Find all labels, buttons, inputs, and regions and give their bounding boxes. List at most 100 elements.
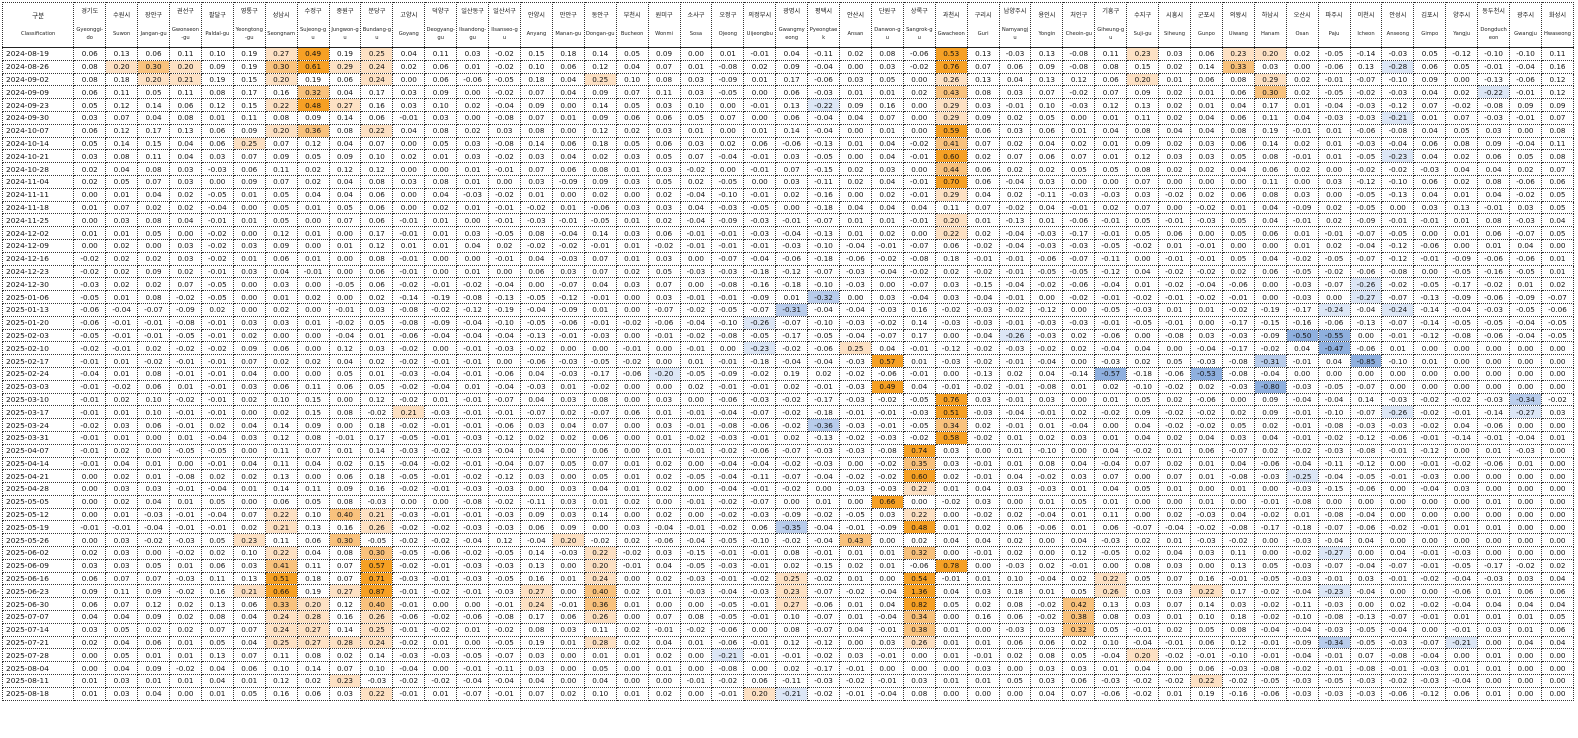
- table-cell: 0.05: [583, 661, 617, 676]
- table-cell: -0.01: [1413, 213, 1447, 228]
- table-cell: -0.02: [551, 238, 585, 253]
- table-cell: 0.25: [839, 341, 872, 356]
- table-cell: 0.28: [583, 635, 617, 650]
- table-cell: 0.03: [456, 149, 490, 164]
- table-cell: 0.01: [1445, 226, 1479, 240]
- table-cell: 0.03: [1062, 661, 1096, 676]
- table-cell: 0.04: [966, 187, 1000, 202]
- table-cell: 0.01: [296, 251, 330, 266]
- table-cell: 0.06: [1221, 187, 1255, 202]
- table-cell: -0.02: [1381, 520, 1415, 535]
- table-cell: 0.02: [902, 85, 936, 100]
- table-cell: 0.05: [1126, 392, 1160, 407]
- table-cell: 0.07: [328, 213, 362, 228]
- table-cell: -0.01: [1221, 571, 1255, 586]
- table-cell: -0.05: [519, 290, 553, 304]
- table-row: 2025-07-07 0.04 0.04 0.09 0.02 0.08 0.04 0.24 0.…: [2, 610, 1574, 624]
- table-cell: -0.05: [902, 392, 936, 407]
- table-cell: 0.04: [519, 674, 553, 688]
- table-cell: 0.04: [1445, 418, 1479, 432]
- table-cell: 0.05: [615, 47, 649, 61]
- row-date: 2025-05-12: [2, 507, 75, 522]
- table-cell: 0.26: [583, 610, 617, 624]
- table-cell: -0.13: [807, 430, 841, 445]
- table-row: 2025-03-24 -0.02 0.03 0.06 -0.01 0.02 0.04 0.14…: [2, 418, 1574, 432]
- table-cell: 0.03: [934, 290, 968, 304]
- table-cell: 0.03: [615, 520, 649, 535]
- table-cell: 0.00: [328, 392, 362, 407]
- table-cell: 0.08: [169, 110, 202, 125]
- table-row: 2025-04-07 -0.01 0.02 0.00 -0.05 -0.05 0.00 0.1…: [2, 443, 1574, 458]
- table-cell: -0.02: [169, 341, 202, 356]
- table-cell: 0.05: [296, 494, 330, 509]
- table-cell: 0.08: [519, 622, 553, 637]
- table-cell: 0.01: [839, 610, 872, 624]
- table-cell: 0.00: [1285, 174, 1319, 189]
- table-cell: -0.01: [870, 648, 904, 663]
- table-row: 2024-11-18 0.01 0.07 0.02 0.02 -0.04 0.00 0.05 0…: [2, 200, 1574, 215]
- table-cell: 0.07: [870, 110, 904, 125]
- table-cell: 0.06: [200, 558, 234, 573]
- table-cell: -0.03: [424, 648, 458, 663]
- table-cell: -0.09: [169, 302, 202, 317]
- table-cell: 0.00: [1221, 392, 1255, 407]
- table-cell: 0.01: [1445, 661, 1479, 676]
- table-cell: 0.20: [743, 686, 777, 701]
- table-cell: 0.00: [264, 366, 298, 381]
- table-cell: 0.06: [551, 610, 585, 624]
- table-cell: 0.00: [1509, 520, 1542, 535]
- table-cell: -0.01: [1158, 251, 1191, 266]
- table-cell: -0.03: [1317, 597, 1351, 612]
- table-cell: 0.02: [775, 187, 809, 202]
- table-cell: 0.03: [456, 226, 490, 240]
- table-cell: -0.04: [1413, 648, 1447, 663]
- table-cell: 0.00: [1317, 494, 1351, 509]
- table-cell: -0.25: [1285, 469, 1319, 484]
- table-cell: 0.04: [870, 136, 904, 151]
- table-cell: -0.15: [807, 558, 841, 573]
- table-cell: -0.03: [1381, 392, 1415, 407]
- table-cell: 0.00: [519, 482, 553, 496]
- table-cell: 0.03: [519, 661, 553, 676]
- table-cell: 0.00: [551, 661, 585, 676]
- table-cell: -0.09: [775, 507, 809, 522]
- table-cell: -0.01: [1381, 469, 1415, 484]
- table-cell: 0.02: [1190, 162, 1223, 176]
- table-cell: -0.12: [1413, 686, 1447, 701]
- table-cell: 0.10: [615, 72, 649, 87]
- table-cell: 0.05: [1062, 584, 1096, 599]
- table-cell: 0.00: [392, 187, 426, 202]
- table-cell: 0.01: [679, 59, 713, 74]
- table-cell: -0.06: [711, 392, 745, 407]
- table-cell: -0.23: [1317, 584, 1351, 599]
- table-cell: -0.26: [743, 315, 777, 330]
- table-cell: -0.01: [1381, 661, 1415, 676]
- table-cell: 0.24: [583, 571, 617, 586]
- table-cell: -0.10: [711, 315, 745, 330]
- table-cell: 0.03: [966, 392, 1000, 407]
- table-cell: 0.00: [1445, 469, 1479, 484]
- table-cell: -0.03: [1285, 482, 1319, 496]
- table-cell: 0.01: [934, 674, 968, 688]
- table-cell: -0.03: [551, 366, 585, 381]
- table-cell: 0.00: [1062, 443, 1096, 458]
- table-cell: 0.03: [169, 238, 202, 253]
- table-cell: -0.03: [1030, 315, 1064, 330]
- table-cell: 0.00: [679, 277, 713, 292]
- table-cell: -0.01: [551, 597, 585, 612]
- table-cell: -0.03: [839, 315, 872, 330]
- table-cell: 0.08: [1221, 622, 1255, 637]
- table-cell: 0.13: [775, 98, 809, 112]
- table-cell: 0.00: [583, 520, 617, 535]
- table-cell: 0.05: [1445, 59, 1479, 74]
- table-cell: 0.01: [1477, 610, 1511, 624]
- table-cell: 0.00: [1190, 174, 1223, 189]
- table-cell: 0.00: [551, 341, 585, 356]
- table-cell: -0.01: [392, 686, 426, 701]
- table-cell: -0.17: [775, 328, 809, 343]
- table-cell: 0.08: [424, 123, 458, 138]
- table-cell: 0.02: [1317, 213, 1351, 228]
- table-cell: 0.04: [137, 110, 170, 125]
- table-cell: -0.02: [1509, 187, 1542, 202]
- table-cell: 0.03: [73, 110, 107, 125]
